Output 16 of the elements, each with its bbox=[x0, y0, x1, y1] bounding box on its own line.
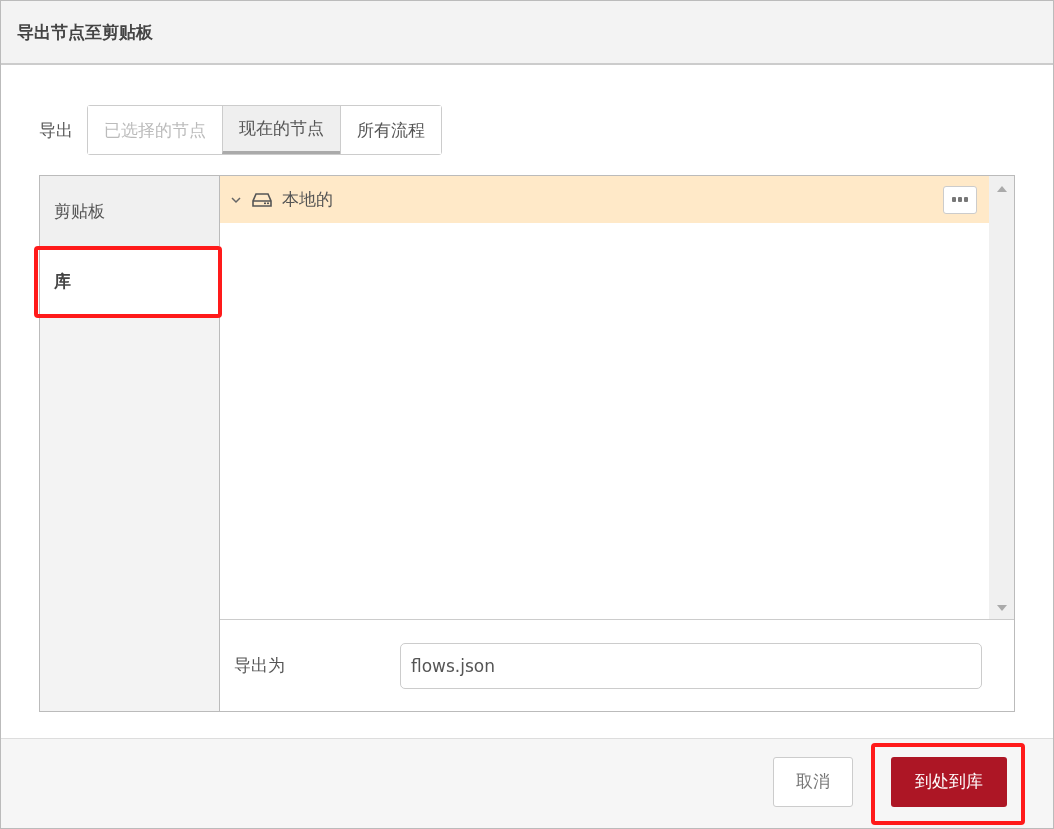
export-label: 导出 bbox=[39, 118, 73, 142]
export-option-button[interactable]: 现在的节点 bbox=[222, 106, 340, 154]
export-option-button[interactable]: 所有流程 bbox=[340, 106, 441, 154]
scrollbar[interactable] bbox=[989, 176, 1014, 619]
export-button[interactable]: 到处到库 bbox=[891, 756, 1007, 807]
tree-row-label: 本地的 bbox=[282, 188, 334, 211]
filename-label: 导出为 bbox=[234, 654, 286, 677]
scroll-up-icon[interactable] bbox=[996, 186, 1007, 192]
tree-row[interactable]: 本地的 bbox=[220, 176, 989, 223]
scroll-down-icon[interactable] bbox=[996, 605, 1007, 611]
drive-icon bbox=[252, 191, 272, 208]
ellipsis-icon bbox=[952, 196, 968, 203]
filename-field[interactable]: flows.json bbox=[400, 642, 982, 689]
cancel-button[interactable]: 取消 bbox=[773, 756, 853, 807]
more-button[interactable] bbox=[943, 185, 977, 214]
dialog-title: 导出节点至剪贴板 bbox=[17, 20, 153, 44]
